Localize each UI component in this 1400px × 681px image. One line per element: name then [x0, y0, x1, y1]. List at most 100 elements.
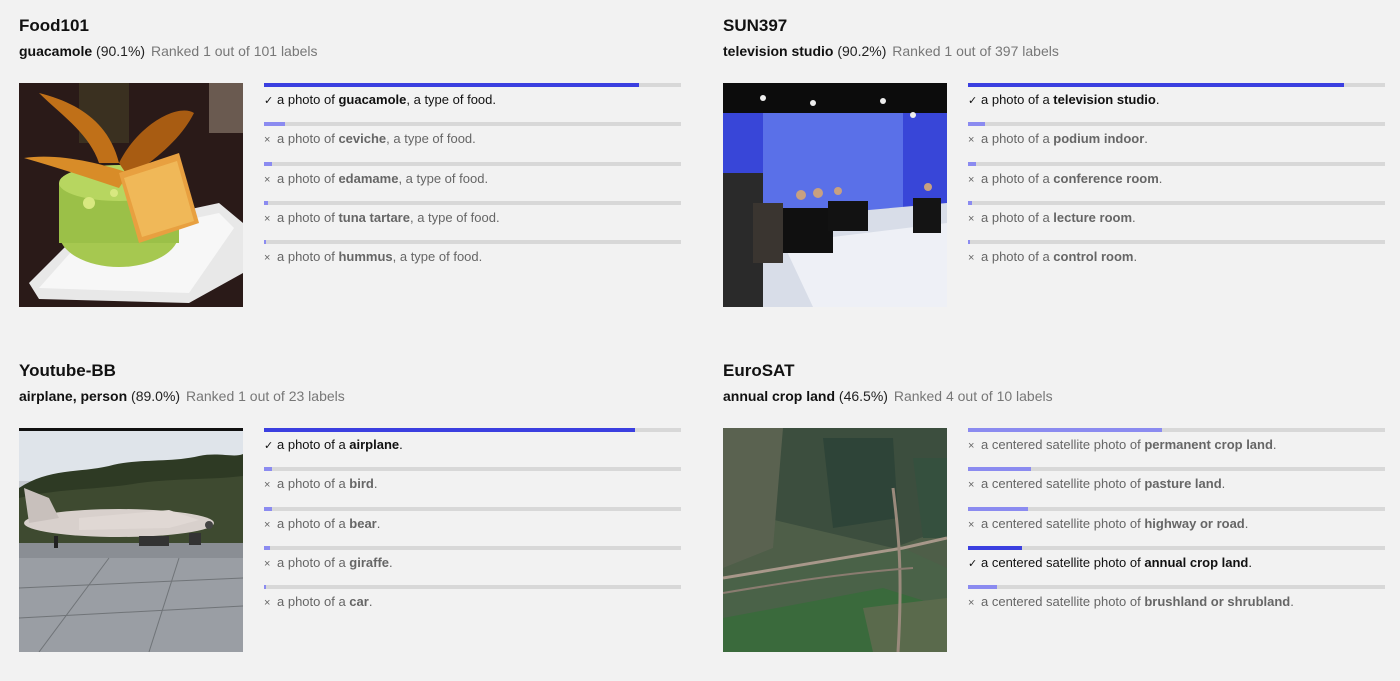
predicted-label: guacamole — [19, 43, 93, 59]
prediction-label: edamame — [338, 170, 399, 186]
cross-icon: × — [264, 252, 271, 265]
prediction-row: × a photo of edamame, a type of food. — [264, 161, 681, 201]
cross-icon: × — [968, 440, 975, 452]
prediction-row: × a centered satellite photo of pasture l… — [968, 467, 1385, 506]
cross-icon: × — [968, 134, 975, 147]
prediction-label: brushland or shrubland — [1144, 594, 1291, 610]
prediction-row: × a photo of a car. — [264, 585, 681, 624]
prediction-row: × a photo of a podium indoor. — [968, 122, 1385, 161]
result-summary: television studio (90.2%) Ranked 1 out o… — [723, 42, 1059, 60]
prediction-text: × a photo of a control room. — [968, 249, 1138, 265]
score-bar-fill — [968, 428, 1162, 432]
prediction-label: guacamole — [338, 92, 407, 107]
score-bar-fill — [264, 585, 267, 590]
prediction-label: ceviche — [338, 131, 387, 147]
rank-text: Ranked 1 out of 101 labels — [150, 43, 318, 59]
score-bar-track — [968, 428, 1385, 432]
result-summary: airplane, person (89.0%) Ranked 1 out of… — [19, 387, 345, 405]
predicted-percent: (90.1%) — [96, 43, 146, 59]
prediction-text: × a photo of a podium indoor. — [968, 131, 1148, 147]
score-bar-fill — [264, 467, 273, 472]
score-bar-track — [968, 161, 1385, 166]
prediction-row: × a photo of a bear. — [264, 506, 681, 546]
predicted-label: annual crop land — [723, 388, 836, 404]
prediction-label: car — [349, 594, 369, 610]
score-bar-track — [264, 200, 681, 205]
prediction-label: bird — [349, 476, 374, 492]
prediction-label: pasture land — [1144, 476, 1222, 492]
score-bar-fill — [968, 122, 985, 127]
prediction-text: × a photo of a conference room. — [968, 170, 1163, 186]
score-bar-fill — [968, 200, 973, 205]
prediction-label: airplane — [349, 437, 400, 452]
prediction-row: × a photo of a conference room. — [968, 161, 1385, 201]
prediction-text: × a photo of a lecture room. — [968, 209, 1136, 225]
cross-icon: × — [264, 518, 271, 531]
dataset-title: EuroSAT — [723, 361, 795, 380]
card-youtube-bb: Youtube-BB airplane, person (89.0%) Rank… — [19, 361, 681, 681]
score-bar-track — [264, 240, 681, 245]
score-bar-track — [968, 506, 1385, 511]
prediction-text: ✓ a photo of a airplane. — [264, 437, 403, 453]
prediction-row: × a photo of hummus, a type of food. — [264, 240, 681, 279]
prediction-list: ✓ a photo of guacamole, a type of food. ×… — [264, 83, 681, 279]
prediction-list: ✓ a photo of a airplane. × a photo of a bi… — [264, 428, 681, 624]
score-bar-track — [264, 545, 681, 550]
score-bar-track — [968, 200, 1385, 205]
prediction-row: × a centered satellite photo of highway o… — [968, 506, 1385, 546]
prediction-text: × a photo of hummus, a type of food. — [264, 249, 483, 265]
prediction-text: × a photo of a bird. — [264, 476, 378, 492]
predicted-label: television studio — [723, 43, 834, 59]
prediction-row: × a photo of a control room. — [968, 240, 1385, 279]
prediction-text: × a photo of a car. — [264, 594, 373, 610]
score-bar-track — [264, 83, 681, 87]
prediction-label: control room — [1053, 249, 1134, 265]
score-bar-track — [968, 545, 1385, 550]
score-bar-track — [264, 506, 681, 511]
prediction-label: hummus — [338, 249, 393, 265]
score-bar-fill — [264, 240, 267, 245]
prediction-text: × a photo of tuna tartare, a type of food… — [264, 209, 500, 225]
dataset-title: Youtube-BB — [19, 361, 116, 380]
score-bar-track — [264, 428, 681, 432]
cross-icon: × — [264, 134, 271, 147]
score-bar-track — [264, 122, 681, 127]
rank-text: Ranked 1 out of 23 labels — [185, 388, 345, 404]
dataset-title: SUN397 — [723, 16, 788, 35]
cross-icon: × — [264, 557, 271, 570]
score-bar-fill — [264, 83, 640, 87]
prediction-row: ✓ a photo of guacamole, a type of food. — [264, 83, 681, 122]
prediction-text: ✓ a photo of a television studio. — [968, 92, 1160, 108]
predicted-percent: (89.0%) — [131, 388, 181, 404]
cross-icon: × — [968, 518, 975, 531]
prediction-row: ✓ a photo of a television studio. — [968, 83, 1385, 122]
score-bar-track — [264, 585, 681, 590]
cross-icon: × — [264, 212, 271, 225]
prediction-label: annual crop land — [1144, 554, 1249, 570]
prediction-list: ✓ a photo of a television studio. × a phot… — [968, 83, 1385, 279]
prediction-text: × a photo of a bear. — [264, 515, 381, 531]
prediction-row: × a photo of a lecture room. — [968, 200, 1385, 240]
sample-image — [723, 428, 947, 652]
score-bar-track — [968, 240, 1385, 245]
prediction-text: × a photo of edamame, a type of food. — [264, 170, 489, 186]
dataset-title: Food101 — [19, 16, 89, 35]
check-icon: ✓ — [968, 95, 978, 107]
card-eurosat: EuroSAT annual crop land (46.5%) Ranked … — [723, 361, 1385, 681]
prediction-label: highway or road — [1144, 515, 1245, 531]
card-sun397: SUN397 television studio (90.2%) Ranked … — [723, 16, 1385, 336]
sample-image — [19, 428, 243, 652]
cross-icon: × — [264, 173, 271, 186]
prediction-text: ✓ a centered satellite photo of annual cr… — [968, 554, 1252, 570]
score-bar-fill — [968, 545, 1023, 550]
score-bar-fill — [264, 545, 271, 550]
cross-icon: × — [264, 479, 271, 492]
prediction-label: podium indoor — [1053, 131, 1145, 147]
prediction-label: television studio — [1053, 92, 1156, 107]
score-bar-track — [264, 161, 681, 166]
score-bar-track — [968, 585, 1385, 590]
cross-icon: × — [264, 597, 271, 610]
prediction-label: giraffe — [349, 554, 390, 570]
result-summary: guacamole (90.1%) Ranked 1 out of 101 la… — [19, 42, 318, 60]
cross-icon: × — [968, 252, 975, 265]
